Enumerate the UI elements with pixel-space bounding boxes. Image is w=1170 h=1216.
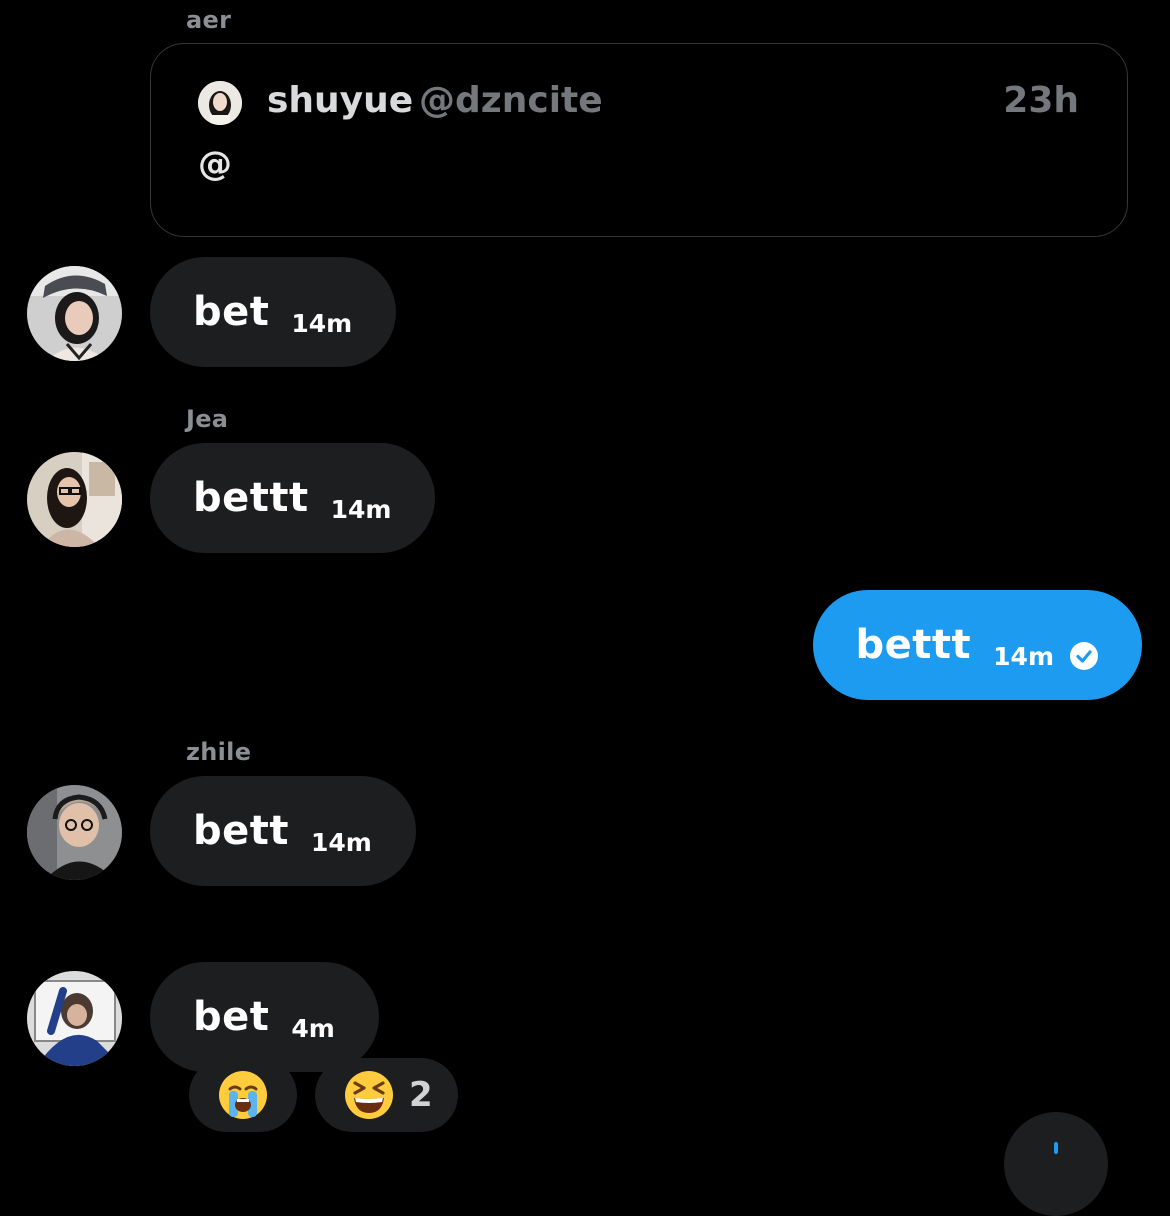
message-time: 14m [330, 494, 392, 524]
grinning-squinting-face-emoji-icon [343, 1069, 395, 1121]
my-message-bubble[interactable]: bettt 14m [812, 590, 1142, 700]
avatar[interactable] [27, 266, 122, 361]
reaction-count: 2 [409, 1075, 433, 1115]
arrow-down-icon [1054, 1142, 1058, 1154]
avatar[interactable] [27, 785, 122, 880]
reaction-laughing[interactable]: 2 [315, 1058, 458, 1132]
quoted-author-avatar[interactable] [198, 81, 242, 125]
reaction-crying[interactable] [189, 1058, 297, 1132]
sender-name-zhile: zhile [186, 738, 252, 766]
message-bubble[interactable]: bet 4m [150, 962, 379, 1072]
message-text: bettt [193, 475, 309, 521]
quoted-author-handle[interactable]: @dzncite [419, 80, 603, 121]
message-text: bet [193, 994, 270, 1040]
message-time: 14m [311, 827, 372, 857]
quoted-post-time: 23h [1003, 80, 1079, 121]
quoted-post-card[interactable]: shuyue @dzncite 23h @ [150, 43, 1128, 237]
avatar[interactable] [27, 452, 122, 547]
message-time: 14m [993, 641, 1054, 671]
quoted-post-text: @ [198, 144, 232, 184]
scroll-to-bottom-button[interactable] [1004, 1112, 1108, 1216]
message-bubble[interactable]: bettt 14m [150, 443, 436, 553]
quoted-author-name[interactable]: shuyue [267, 80, 413, 121]
message-text: bettt [855, 622, 972, 668]
message-time: 4m [291, 1013, 335, 1043]
sender-name-aer: aer [186, 6, 232, 34]
message-time: 14m [291, 308, 353, 338]
loudly-crying-face-emoji-icon [217, 1069, 269, 1121]
message-bubble[interactable]: bett 14m [150, 776, 416, 886]
sender-name-jea: Jea [186, 405, 229, 433]
message-text: bett [193, 808, 290, 854]
message-bubble[interactable]: bet 14m [150, 257, 397, 367]
message-text: bet [193, 289, 270, 335]
avatar[interactable] [27, 971, 122, 1066]
sent-check-icon [1070, 642, 1098, 670]
